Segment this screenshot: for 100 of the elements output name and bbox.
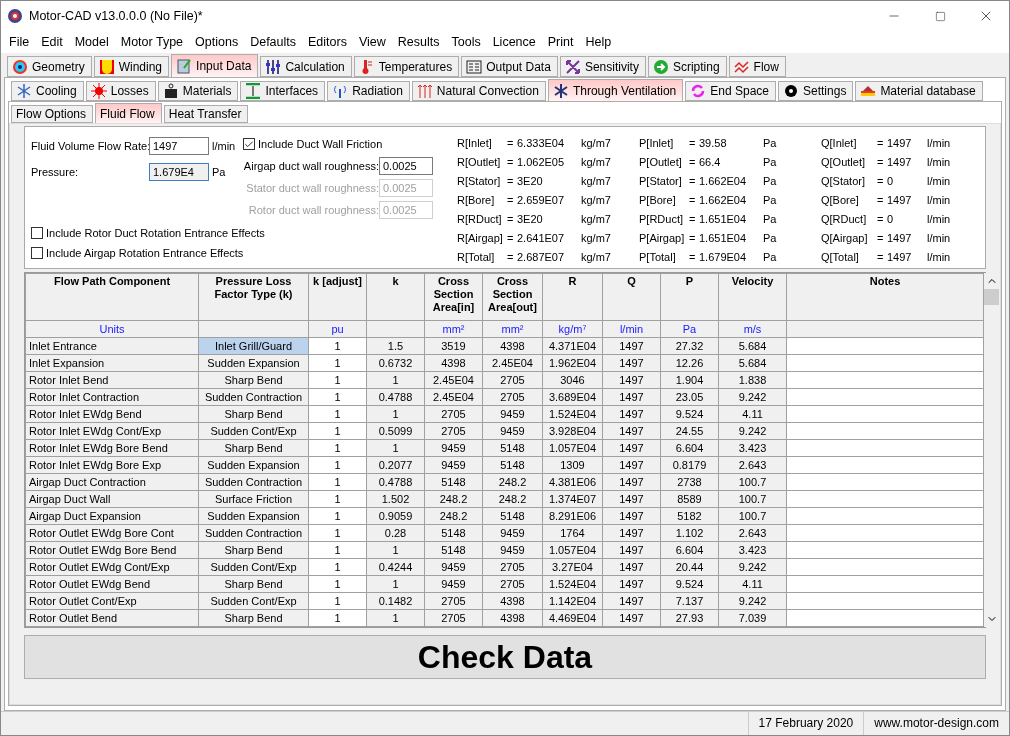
sub-tab[interactable]: Interfaces xyxy=(240,81,326,101)
main-tab[interactable]: Output Data xyxy=(461,56,558,77)
page-tab[interactable]: Fluid Flow xyxy=(95,103,162,123)
window-title: Motor-CAD v13.0.0.0 (No File)* xyxy=(29,9,204,23)
sub-tab[interactable]: Losses xyxy=(85,81,156,101)
check-data-button[interactable]: Check Data xyxy=(24,635,986,679)
result-value: 1.662E04 xyxy=(699,193,748,206)
result-value: 0 xyxy=(887,174,895,187)
main-tab[interactable]: Calculation xyxy=(260,56,352,77)
result-label: R[Bore] xyxy=(457,193,496,206)
result-unit: l/min xyxy=(927,231,952,244)
menu-item[interactable]: Print xyxy=(541,35,580,49)
result-value: 1497 xyxy=(887,193,913,206)
menu-item[interactable]: Help xyxy=(579,35,618,49)
page-tab[interactable]: Flow Options xyxy=(11,105,94,123)
fan-icon xyxy=(552,82,569,99)
menu-item[interactable]: File xyxy=(3,35,36,49)
main-tab[interactable]: Input Data xyxy=(171,54,259,77)
check-icon xyxy=(244,138,254,150)
main-tab[interactable]: Flow xyxy=(728,56,786,77)
equals-sign: = xyxy=(507,136,515,149)
field-label: Airgap duct wall roughness: xyxy=(243,160,379,172)
equals-sign: = xyxy=(689,250,697,263)
result-value: 0 xyxy=(887,212,895,225)
equals-sign: = xyxy=(689,136,697,149)
main-tab[interactable]: Scripting xyxy=(647,56,727,77)
result-unit: Pa xyxy=(763,155,778,168)
sub-tab[interactable]: Settings xyxy=(778,81,854,101)
result-unit: l/min xyxy=(927,174,952,187)
main-tab[interactable]: Temperatures xyxy=(353,56,460,77)
result-label: P[Total] xyxy=(639,250,677,263)
coil-icon xyxy=(98,58,115,75)
result-unit: kg/m7 xyxy=(581,231,612,244)
result-label: Q[Outlet] xyxy=(821,155,867,168)
main-tab[interactable]: Geometry xyxy=(7,56,92,77)
result-value: 1497 xyxy=(887,250,913,263)
equals-sign: = xyxy=(877,250,885,263)
status-text: 17 February 2020 xyxy=(747,712,864,735)
result-label: R[Stator] xyxy=(457,174,502,187)
result-value: 3E20 xyxy=(517,174,544,187)
equals-sign: = xyxy=(507,212,515,225)
equals-sign: = xyxy=(877,174,885,187)
result-unit: l/min xyxy=(927,136,952,149)
main-tab[interactable]: Sensitivity xyxy=(559,56,646,77)
main-tab[interactable]: Winding xyxy=(93,56,170,77)
column-header: Cross Section Area[in] xyxy=(424,273,483,321)
input-field[interactable]: 0.0025 xyxy=(379,157,433,175)
unit-label: Pa xyxy=(212,166,226,178)
result-value: 1.651E04 xyxy=(699,231,748,244)
result-unit: kg/m7 xyxy=(581,136,612,149)
result-label: R[Airgap] xyxy=(457,231,504,244)
menu-item[interactable]: Defaults xyxy=(244,35,302,49)
checkbox[interactable]: Include Duct Wall Friction xyxy=(243,138,383,150)
list-icon xyxy=(466,58,483,75)
menu-item[interactable]: Motor Type xyxy=(114,35,190,49)
result-label: Q[Inlet] xyxy=(821,136,858,149)
gear-icon xyxy=(783,83,799,99)
notebook-icon xyxy=(176,58,193,74)
sub-tab[interactable]: Material database xyxy=(855,81,983,101)
menu-item[interactable]: Options xyxy=(189,35,245,49)
result-label: Q[Stator] xyxy=(821,174,867,187)
result-value: 66.4 xyxy=(699,155,722,168)
sub-tab[interactable]: Through Ventilation xyxy=(547,79,684,101)
checkbox[interactable]: Include Rotor Duct Rotation Entrance Effects xyxy=(31,227,265,239)
snowflake-icon xyxy=(16,83,32,99)
menu-item[interactable]: Editors xyxy=(302,35,353,49)
page-tab[interactable]: Heat Transfer xyxy=(163,105,249,123)
menu-item[interactable]: Results xyxy=(391,35,446,49)
checkbox[interactable]: Include Airgap Rotation Entrance Effects xyxy=(31,247,244,259)
sub-tab[interactable]: Materials xyxy=(157,81,239,101)
sliders-icon xyxy=(265,58,282,75)
result-unit: l/min xyxy=(927,155,952,168)
sub-tab[interactable]: Cooling xyxy=(11,81,84,101)
result-label: Q[Airgap] xyxy=(821,231,869,244)
sub-tab[interactable]: End Space xyxy=(685,81,776,101)
sub-tab[interactable]: Natural Convection xyxy=(411,81,546,101)
result-label: R[RDuct] xyxy=(457,212,503,225)
result-value: 1497 xyxy=(887,136,913,149)
menu-item[interactable]: Tools xyxy=(445,35,487,49)
input-field[interactable]: 1497 xyxy=(149,137,209,155)
result-unit: l/min xyxy=(927,193,952,206)
result-label: P[Inlet] xyxy=(639,136,675,149)
result-unit: l/min xyxy=(927,212,952,225)
result-unit: kg/m7 xyxy=(581,250,612,263)
result-value: 39.58 xyxy=(699,136,728,149)
menu-item[interactable]: Licence xyxy=(486,35,542,49)
result-unit: Pa xyxy=(763,136,778,149)
result-value: 2.659E07 xyxy=(517,193,566,206)
menu-item[interactable]: View xyxy=(352,35,392,49)
scrollbar-thumb[interactable] xyxy=(984,289,999,305)
result-label: Q[Total] xyxy=(821,250,860,263)
sub-tab[interactable]: Radiation xyxy=(327,81,410,101)
menu-item[interactable]: Edit xyxy=(35,35,69,49)
column-header: Flow Path Component xyxy=(25,273,199,321)
result-label: Q[RDuct] xyxy=(821,212,868,225)
menu-item[interactable]: Model xyxy=(68,35,115,49)
result-label: P[RDuct] xyxy=(639,212,684,225)
equals-sign: = xyxy=(877,136,885,149)
readonly-field[interactable]: 1.679E4 xyxy=(149,163,209,181)
result-label: R[Outlet] xyxy=(457,155,502,168)
